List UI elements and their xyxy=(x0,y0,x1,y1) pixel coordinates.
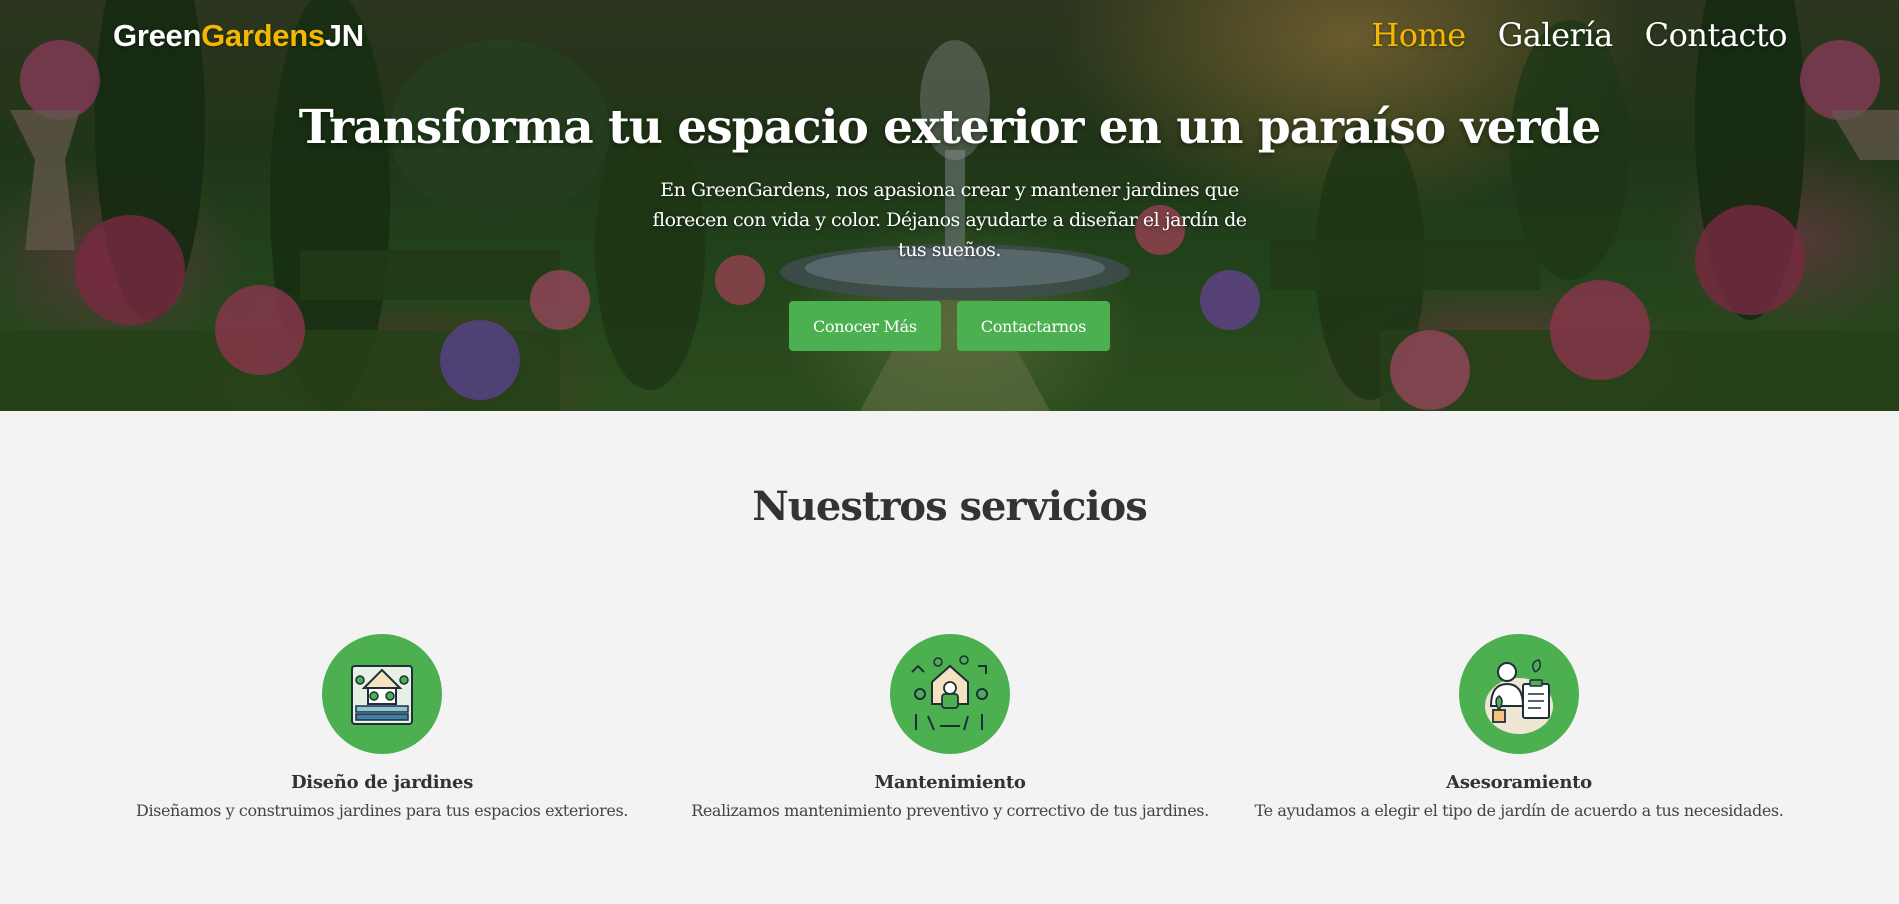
logo-part-jn: JN xyxy=(324,18,364,53)
hero-buttons: Conocer Más Contactarnos xyxy=(0,301,1899,351)
logo-part-green: Green xyxy=(113,18,202,53)
site-logo[interactable]: GreenGardensJN xyxy=(113,18,364,54)
contact-us-button[interactable]: Contactarnos xyxy=(956,301,1111,351)
service-name: Mantenimiento xyxy=(874,772,1026,793)
service-card-design: Diseño de jardines Diseñamos y construim… xyxy=(102,634,662,820)
service-card-maintenance: Mantenimiento Realizamos mantenimiento p… xyxy=(670,634,1230,820)
service-description: Realizamos mantenimiento preventivo y co… xyxy=(691,801,1209,820)
garden-maintenance-icon xyxy=(890,634,1010,754)
service-name: Asesoramiento xyxy=(1446,772,1592,793)
services-section: Nuestros servicios Diseño de jardines Di… xyxy=(0,411,1899,904)
main-nav: Home Galería Contacto xyxy=(1371,16,1787,54)
nav-item-galeria[interactable]: Galería xyxy=(1498,16,1613,54)
service-card-advice: Asesoramiento Te ayudamos a elegir el ti… xyxy=(1239,634,1799,820)
hero-content: Transforma tu espacio exterior en un par… xyxy=(0,100,1899,351)
service-name: Diseño de jardines xyxy=(290,772,474,793)
garden-design-icon xyxy=(322,634,442,754)
learn-more-button[interactable]: Conocer Más xyxy=(788,301,941,351)
hero-section: GreenGardensJN Home Galería Contacto Tra… xyxy=(0,0,1899,411)
hero-description: En GreenGardens, nos apasiona crear y ma… xyxy=(652,179,1248,261)
service-description: Diseñamos y construimos jardines para tu… xyxy=(136,801,628,820)
services-title: Nuestros servicios xyxy=(752,483,1148,530)
hero-title: Transforma tu espacio exterior en un par… xyxy=(298,100,1601,155)
gardener-advice-icon xyxy=(1459,634,1579,754)
service-description: Te ayudamos a elegir el tipo de jardín d… xyxy=(1254,801,1784,820)
nav-item-contacto[interactable]: Contacto xyxy=(1645,16,1788,54)
logo-part-gardens: Gardens xyxy=(201,18,325,53)
nav-item-home[interactable]: Home xyxy=(1371,16,1466,54)
